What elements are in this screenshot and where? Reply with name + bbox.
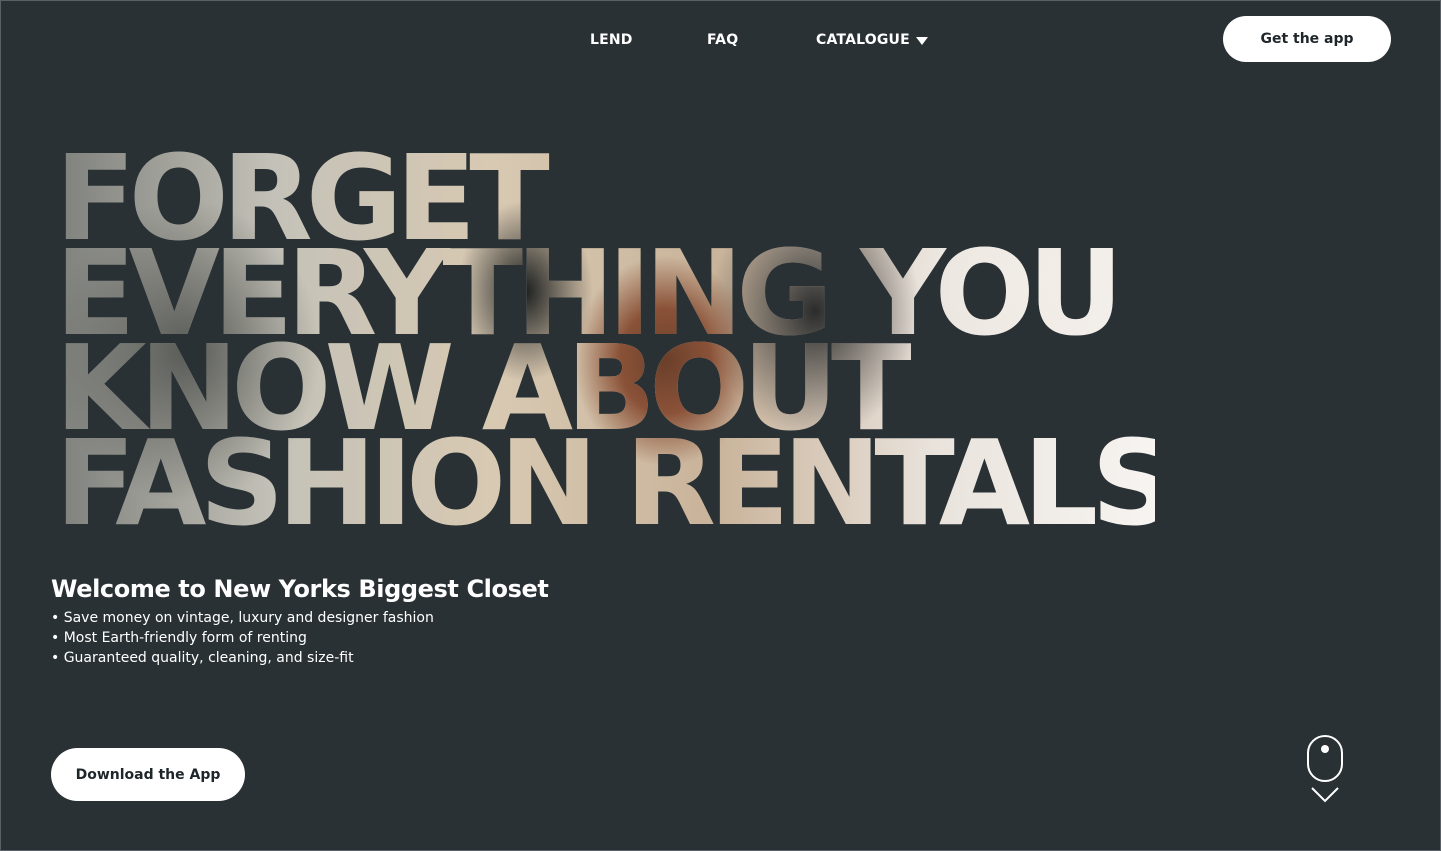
top-nav: LEND FAQ CATALOGUE Get the app [1,1,1441,79]
caret-down-icon [915,36,928,45]
hero-headline: FORGET EVERYTHING YOU KNOW ABOUT FASHION… [55,151,1155,531]
nav-catalogue-dropdown[interactable]: CATALOGUE [816,32,928,48]
welcome-heading: Welcome to New Yorks Biggest Closet [51,575,549,603]
nav-link-faq[interactable]: FAQ [707,32,738,48]
nav-catalogue-label: CATALOGUE [816,32,910,48]
feature-item: • Guaranteed quality, cleaning, and size… [51,650,354,666]
feature-item: • Most Earth-friendly form of renting [51,630,307,646]
headline-line: FASHION RENTALS [55,414,1170,552]
download-the-app-button[interactable]: Download the App [51,748,245,801]
nav-link-lend[interactable]: LEND [590,32,633,48]
feature-list: • Save money on vintage, luxury and desi… [51,608,434,668]
get-the-app-button[interactable]: Get the app [1223,16,1391,62]
feature-item: • Save money on vintage, luxury and desi… [51,610,434,626]
mouse-scroll-icon[interactable] [1306,734,1344,806]
